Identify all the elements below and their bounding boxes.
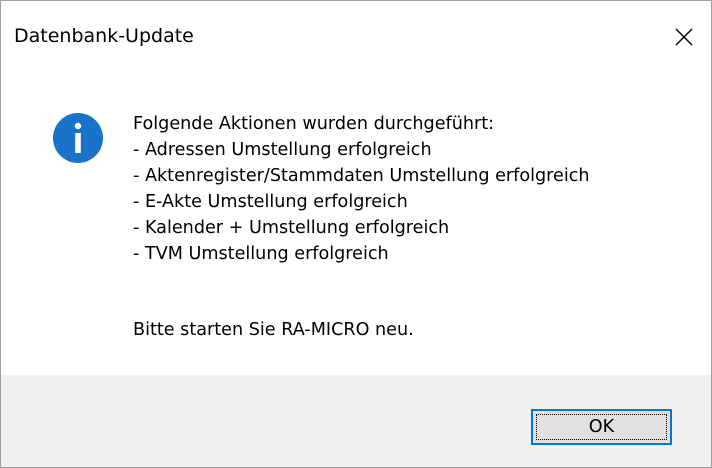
ok-button[interactable]: OK xyxy=(531,409,672,445)
message-line: - Adressen Umstellung erfolgreich xyxy=(133,140,432,160)
restart-notice: Bitte starten Sie RA-MICRO neu. xyxy=(133,320,414,340)
info-icon xyxy=(53,113,103,163)
message-text: Folgende Aktionen wurden durchgeführt: -… xyxy=(133,111,590,267)
window-title: Datenbank-Update xyxy=(14,25,194,47)
button-bar: OK xyxy=(1,375,711,467)
message-line: - E-Akte Umstellung erfolgreich xyxy=(133,192,408,212)
dialog-window: Datenbank-Update Folgende Aktionen wurde… xyxy=(0,0,712,468)
ok-button-label: OK xyxy=(588,417,615,437)
message-line: - TVM Umstellung erfolgreich xyxy=(133,244,389,264)
message-line: Folgende Aktionen wurden durchgeführt: xyxy=(133,114,495,134)
title-bar[interactable]: Datenbank-Update xyxy=(1,1,711,79)
message-line: - Kalender + Umstellung erfolgreich xyxy=(133,218,450,238)
close-button[interactable] xyxy=(651,1,711,79)
close-icon xyxy=(675,28,693,46)
message-line: - Aktenregister/Stammdaten Umstellung er… xyxy=(133,166,590,186)
